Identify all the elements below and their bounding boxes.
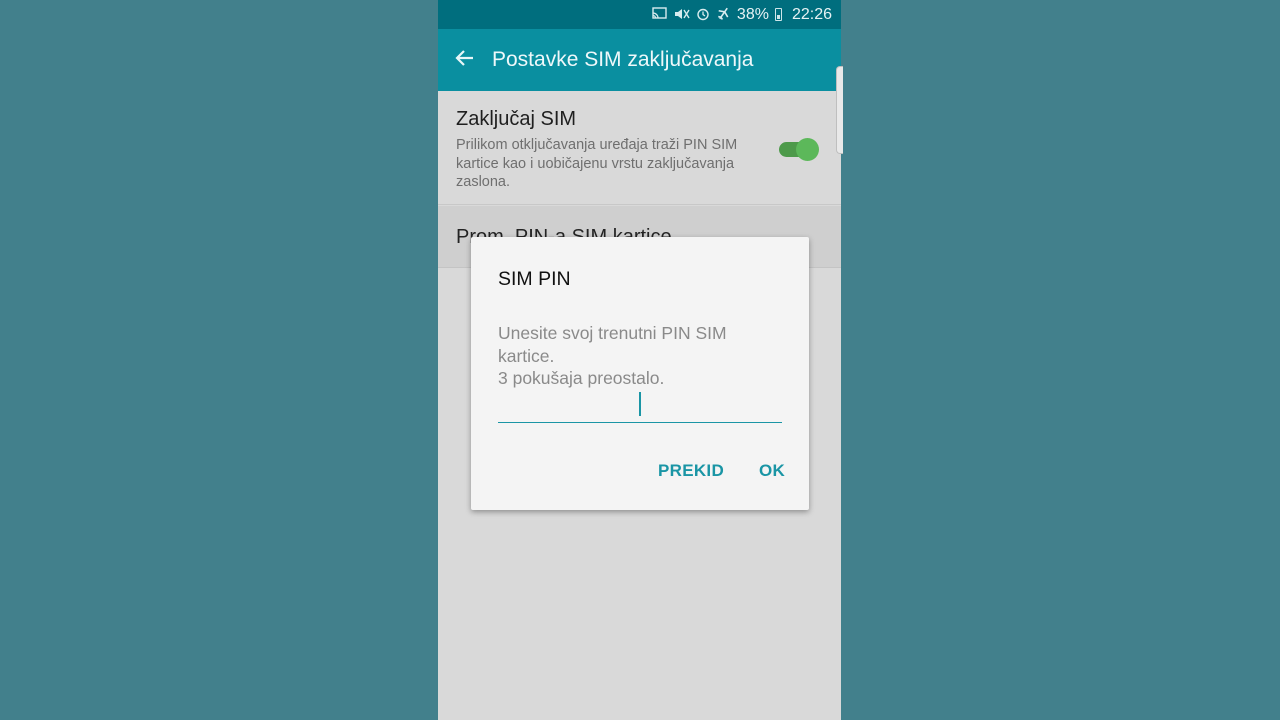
page-title: Postavke SIM zaključavanja [492, 48, 754, 71]
dialog-title: SIM PIN [498, 268, 571, 290]
dialog-message: Unesite svoj trenutni PIN SIM kartice. 3… [498, 322, 768, 390]
alarm-icon [696, 7, 710, 23]
attempts-remaining: 3 pokušaja preostalo. [498, 368, 665, 388]
text-cursor [639, 392, 641, 416]
screen-background: 38% 22:26 Postavke SIM zaključavanja Zak… [0, 0, 1280, 720]
battery-icon [774, 8, 782, 21]
lock-sim-title: Zaključaj SIM [456, 108, 577, 130]
ok-button[interactable]: OK [759, 461, 785, 481]
dialog-message-line: Unesite svoj trenutni PIN SIM [498, 323, 727, 343]
lock-sim-toggle[interactable] [779, 138, 819, 161]
toggle-thumb [796, 138, 819, 161]
back-button[interactable] [438, 29, 492, 91]
battery-percent: 38% [736, 5, 769, 23]
status-bar: 38% 22:26 [438, 0, 841, 29]
lock-sim-description: Prilikom otključavanja uređaja traži PIN… [456, 137, 738, 190]
cast-icon [652, 7, 667, 22]
edge-panel-handle[interactable] [836, 66, 843, 154]
mute-icon [673, 7, 690, 23]
lock-sim-setting[interactable]: Zaključaj SIM Prilikom otključavanja ure… [438, 91, 841, 205]
dialog-message-line: kartice. [498, 345, 555, 366]
back-arrow-icon [455, 46, 475, 74]
clock: 22:26 [791, 5, 832, 23]
sim-pin-dialog: SIM PIN Unesite svoj trenutni PIN SIM ka… [471, 237, 809, 510]
app-bar: Postavke SIM zaključavanja [438, 29, 841, 91]
cancel-button[interactable]: PREKID [658, 461, 724, 481]
airplane-mode-icon [716, 6, 731, 23]
